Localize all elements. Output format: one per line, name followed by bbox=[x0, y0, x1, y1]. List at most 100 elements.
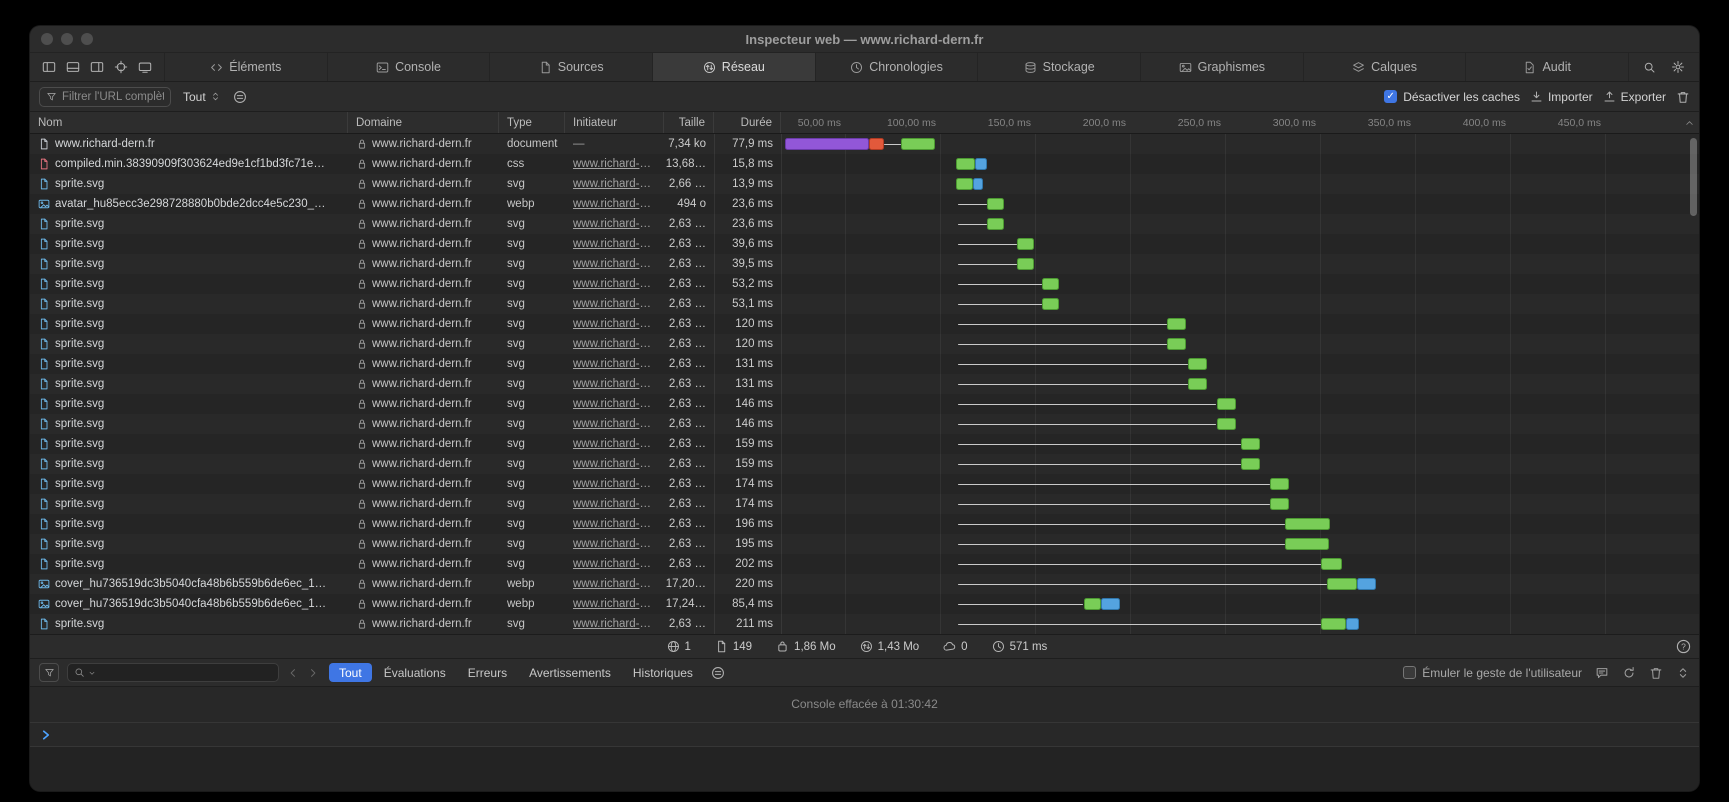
tab-console[interactable]: Console bbox=[327, 53, 490, 81]
network-request-row[interactable]: sprite.svg www.richard-dern.fr svg www.r… bbox=[30, 394, 1699, 414]
waterfall-green-bar[interactable] bbox=[956, 158, 975, 170]
initiator-link[interactable]: www.richard-d… bbox=[573, 318, 656, 330]
console-search-field[interactable] bbox=[67, 663, 279, 682]
initiator-link[interactable]: www.richard-d… bbox=[573, 238, 656, 250]
waterfall-green-bar[interactable] bbox=[1217, 398, 1236, 410]
network-request-row[interactable]: sprite.svg www.richard-dern.fr svg www.r… bbox=[30, 534, 1699, 554]
network-activity-button[interactable] bbox=[233, 90, 247, 104]
network-request-row[interactable]: compiled.min.38390909f303624ed9e1cf1bd3f… bbox=[30, 154, 1699, 174]
waterfall-green-bar[interactable] bbox=[956, 178, 973, 190]
waterfall-green-bar[interactable] bbox=[1270, 498, 1289, 510]
waterfall-green-bar[interactable] bbox=[1321, 618, 1346, 630]
url-filter-input[interactable] bbox=[62, 91, 164, 103]
waterfall-green-bar[interactable] bbox=[1017, 238, 1034, 250]
scope-avertissements[interactable]: Avertissements bbox=[519, 663, 621, 682]
zoom-window-button[interactable] bbox=[81, 33, 93, 45]
console-resize-button[interactable] bbox=[1676, 666, 1690, 680]
console-bubble-button[interactable] bbox=[1595, 666, 1609, 680]
network-request-row[interactable]: sprite.svg www.richard-dern.fr svg www.r… bbox=[30, 254, 1699, 274]
waterfall-green-bar[interactable] bbox=[901, 138, 935, 150]
column-header-taille[interactable]: Taille bbox=[664, 112, 714, 133]
waterfall-green-bar[interactable] bbox=[987, 198, 1004, 210]
column-header-type[interactable]: Type bbox=[499, 112, 565, 133]
waterfall-purple-bar[interactable] bbox=[785, 138, 869, 150]
initiator-link[interactable]: www.richard-d… bbox=[573, 378, 656, 390]
tab-graphismes[interactable]: Graphismes bbox=[1140, 53, 1303, 81]
waterfall-green-bar[interactable] bbox=[1321, 558, 1342, 570]
network-request-row[interactable]: sprite.svg www.richard-dern.fr svg www.r… bbox=[30, 374, 1699, 394]
network-request-row[interactable]: sprite.svg www.richard-dern.fr svg www.r… bbox=[30, 334, 1699, 354]
network-request-row[interactable]: sprite.svg www.richard-dern.fr svg www.r… bbox=[30, 294, 1699, 314]
scope-historiques[interactable]: Historiques bbox=[623, 663, 703, 682]
waterfall-green-bar[interactable] bbox=[1188, 358, 1207, 370]
titlebar[interactable]: Inspecteur web — www.richard-dern.fr bbox=[30, 26, 1699, 53]
settings-button[interactable] bbox=[1671, 60, 1685, 74]
waterfall-green-bar[interactable] bbox=[1042, 278, 1059, 290]
tab-sources[interactable]: Sources bbox=[489, 53, 652, 81]
initiator-link[interactable]: www.richard-d… bbox=[573, 578, 656, 590]
initiator-link[interactable]: www.richard-d… bbox=[573, 218, 656, 230]
initiator-link[interactable]: www.richard-d… bbox=[573, 598, 656, 610]
network-request-row[interactable]: sprite.svg www.richard-dern.fr svg www.r… bbox=[30, 494, 1699, 514]
tab-calques[interactable]: Calques bbox=[1303, 53, 1466, 81]
network-request-row[interactable]: sprite.svg www.richard-dern.fr svg www.r… bbox=[30, 314, 1699, 334]
scope-tout[interactable]: Tout bbox=[329, 663, 372, 682]
console-reload-button[interactable] bbox=[1622, 666, 1636, 680]
waterfall-blue-bar[interactable] bbox=[975, 158, 986, 170]
column-header-duree[interactable]: Durée bbox=[714, 112, 781, 133]
network-request-row[interactable]: sprite.svg www.richard-dern.fr svg www.r… bbox=[30, 274, 1699, 294]
inspect-element-button[interactable] bbox=[114, 60, 128, 74]
close-window-button[interactable] bbox=[41, 33, 53, 45]
help-button[interactable]: ? bbox=[1676, 639, 1691, 654]
waterfall-orange-bar[interactable] bbox=[869, 138, 884, 150]
initiator-link[interactable]: www.richard-d… bbox=[573, 478, 656, 490]
initiator-link[interactable]: www.richard-d… bbox=[573, 498, 656, 510]
network-request-row[interactable]: sprite.svg www.richard-dern.fr svg www.r… bbox=[30, 454, 1699, 474]
tab-elements[interactable]: Éléments bbox=[164, 53, 327, 81]
waterfall-green-bar[interactable] bbox=[1084, 598, 1101, 610]
network-request-row[interactable]: sprite.svg www.richard-dern.fr svg www.r… bbox=[30, 414, 1699, 434]
network-request-row[interactable]: sprite.svg www.richard-dern.fr svg www.r… bbox=[30, 554, 1699, 574]
minimize-window-button[interactable] bbox=[61, 33, 73, 45]
undock-button[interactable] bbox=[90, 60, 104, 74]
scope-erreurs[interactable]: Erreurs bbox=[458, 663, 517, 682]
initiator-link[interactable]: www.richard-d… bbox=[573, 518, 656, 530]
console-activity-button[interactable] bbox=[711, 666, 725, 680]
initiator-link[interactable]: www.richard-d… bbox=[573, 398, 656, 410]
waterfall-blue-bar[interactable] bbox=[973, 178, 983, 190]
device-settings-button[interactable] bbox=[138, 60, 152, 74]
initiator-link[interactable]: www.richard-d… bbox=[573, 618, 656, 630]
dock-bottom-button[interactable] bbox=[66, 60, 80, 74]
initiator-link[interactable]: www.richard-d… bbox=[573, 558, 656, 570]
waterfall-blue-bar[interactable] bbox=[1346, 618, 1359, 630]
waterfall-green-bar[interactable] bbox=[1188, 378, 1207, 390]
network-request-row[interactable]: avatar_hu85ecc3e298728880b0bde2dcc4e5c23… bbox=[30, 194, 1699, 214]
history-back-button[interactable] bbox=[287, 667, 299, 679]
network-request-row[interactable]: sprite.svg www.richard-dern.fr svg www.r… bbox=[30, 434, 1699, 454]
waterfall-green-bar[interactable] bbox=[1270, 478, 1289, 490]
waterfall-green-bar[interactable] bbox=[1042, 298, 1059, 310]
scope-evaluations[interactable]: Évaluations bbox=[374, 663, 456, 682]
initiator-link[interactable]: www.richard-d… bbox=[573, 178, 656, 190]
tab-audit[interactable]: Audit bbox=[1465, 53, 1628, 81]
network-request-row[interactable]: sprite.svg www.richard-dern.fr svg www.r… bbox=[30, 214, 1699, 234]
waterfall-green-bar[interactable] bbox=[1217, 418, 1236, 430]
export-button[interactable]: Exporter bbox=[1603, 90, 1666, 104]
tab-chronologies[interactable]: Chronologies bbox=[815, 53, 978, 81]
waterfall-green-bar[interactable] bbox=[1167, 338, 1186, 350]
initiator-link[interactable]: www.richard-d… bbox=[573, 458, 656, 470]
network-request-row[interactable]: sprite.svg www.richard-dern.fr svg www.r… bbox=[30, 514, 1699, 534]
console-clear-button[interactable] bbox=[1649, 666, 1663, 680]
waterfall-green-bar[interactable] bbox=[1167, 318, 1186, 330]
waterfall-blue-bar[interactable] bbox=[1101, 598, 1120, 610]
dock-side-button[interactable] bbox=[42, 60, 56, 74]
initiator-link[interactable]: www.richard-d… bbox=[573, 258, 656, 270]
waterfall-green-bar[interactable] bbox=[1327, 578, 1357, 590]
network-request-row[interactable]: www.richard-dern.fr www.richard-dern.fr … bbox=[30, 134, 1699, 154]
search-button[interactable] bbox=[1643, 61, 1656, 74]
initiator-link[interactable]: www.richard-d… bbox=[573, 418, 656, 430]
url-filter-field[interactable] bbox=[39, 87, 171, 107]
initiator-link[interactable]: www.richard-d… bbox=[573, 158, 656, 170]
waterfall-green-bar[interactable] bbox=[987, 218, 1004, 230]
column-header-nom[interactable]: Nom bbox=[30, 112, 348, 133]
